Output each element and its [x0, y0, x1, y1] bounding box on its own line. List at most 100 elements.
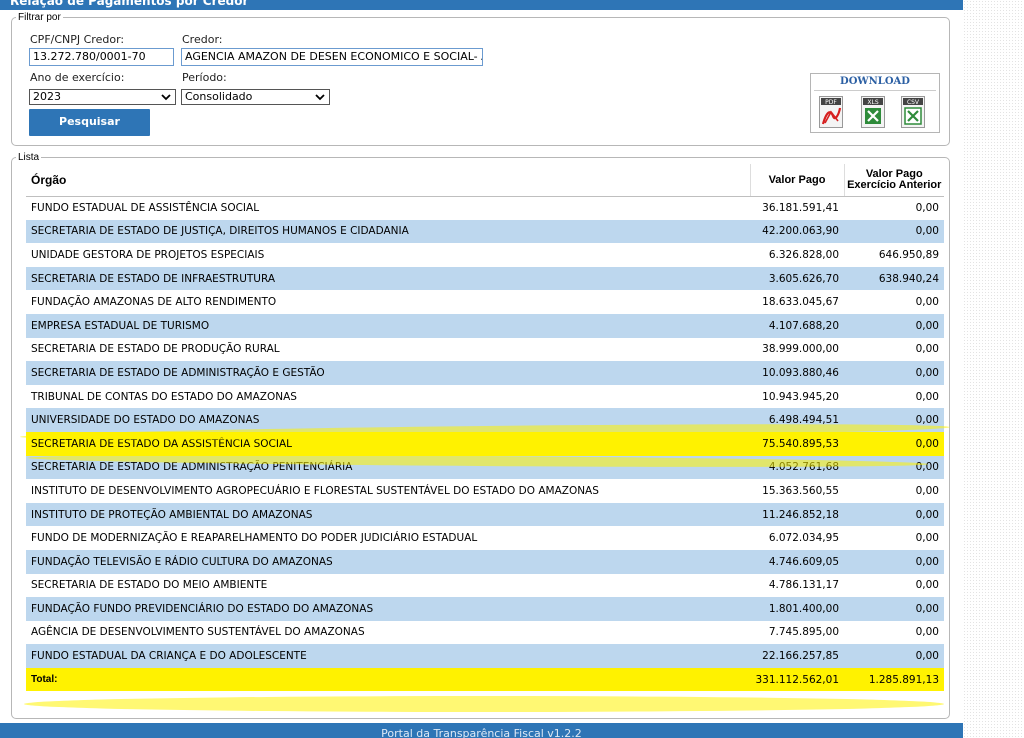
cell-orgao: UNIDADE GESTORA DE PROJETOS ESPECIAIS — [26, 243, 750, 267]
cell-orgao: INSTITUTO DE DESENVOLVIMENTO AGROPECUÁRI… — [26, 479, 750, 503]
total-valor-anterior: 1.285.891,13 — [844, 667, 944, 692]
ano-select[interactable]: 2023 — [29, 89, 176, 105]
cell-valor-anterior: 0,00 — [844, 597, 944, 621]
highlight-stroke-total — [24, 696, 944, 712]
cell-valor-pago: 42.200.063,90 — [750, 219, 844, 244]
csv-download-icon[interactable]: CSV — [901, 96, 925, 128]
table-row: SECRETARIA DE ESTADO DE INFRAESTRUTURA 3.… — [26, 266, 944, 291]
filter-legend: Filtrar por — [18, 12, 61, 23]
table-row: SECRETARIA DE ESTADO DE ADMINISTRAÇÃO E … — [26, 361, 944, 385]
periodo-label: Período: — [182, 71, 227, 84]
credor-input[interactable]: AGENCIA AMAZON DE DESEN ECONOMICO E SOCI… — [181, 48, 483, 66]
svg-text:CSV: CSV — [907, 99, 920, 106]
table-row: INSTITUTO DE PROTEÇÃO AMBIENTAL DO AMAZO… — [26, 502, 944, 527]
ano-label: Ano de exercício: — [30, 71, 125, 84]
total-row: Total: 331.112.562,01 1.285.891,13 — [26, 667, 944, 692]
search-button[interactable]: Pesquisar — [29, 109, 150, 136]
periodo-select-value: Consolidado — [185, 90, 253, 103]
table-row: FUNDO ESTADUAL DA CRIANÇA E DO ADOLESCEN… — [26, 644, 944, 668]
cell-valor-pago: 10.093.880,46 — [750, 361, 844, 385]
table-header-row: Órgão Valor Pago Valor Pago Exercício An… — [26, 164, 944, 197]
total-valor-pago: 331.112.562,01 — [750, 667, 844, 692]
table-row: FUNDAÇÃO FUNDO PREVIDENCIÁRIO DO ESTADO … — [26, 597, 944, 621]
table-row: FUNDO DE MODERNIZAÇÃO E REAPARELHAMENTO … — [26, 526, 944, 550]
cell-valor-pago: 75.540.895,53 — [750, 431, 844, 456]
cell-valor-anterior: 0,00 — [844, 196, 944, 220]
cell-valor-anterior: 0,00 — [844, 313, 944, 338]
cell-valor-anterior: 0,00 — [844, 644, 944, 668]
cell-valor-pago: 38.999.000,00 — [750, 337, 844, 362]
page-title: Relação de Pagamentos por Credor — [0, 0, 963, 10]
cell-orgao: SECRETARIA DE ESTADO DO MEIO AMBIENTE — [26, 573, 750, 598]
cell-orgao: SECRETARIA DE ESTADO DE ADMINISTRAÇÃO E … — [26, 361, 750, 385]
table-row: UNIDADE GESTORA DE PROJETOS ESPECIAIS 6.3… — [26, 243, 944, 267]
cell-valor-pago: 10.943.945,20 — [750, 384, 844, 409]
cell-valor-pago: 6.326.828,00 — [750, 243, 844, 267]
cpf-input[interactable]: 13.272.780/0001-70 — [29, 48, 174, 66]
cell-orgao: FUNDO DE MODERNIZAÇÃO E REAPARELHAMENTO … — [26, 526, 750, 550]
chevron-down-icon — [161, 94, 171, 101]
cell-orgao: EMPRESA ESTADUAL DE TURISMO — [26, 313, 750, 338]
table-row: INSTITUTO DE DESENVOLVIMENTO AGROPECUÁRI… — [26, 479, 944, 503]
credor-label: Credor: — [182, 33, 223, 46]
cell-valor-pago: 1.801.400,00 — [750, 597, 844, 621]
table-row: SECRETARIA DE ESTADO DO MEIO AMBIENTE 4.7… — [26, 573, 944, 598]
pdf-download-icon[interactable]: PDF — [819, 96, 843, 128]
cell-valor-anterior: 646.950,89 — [844, 243, 944, 267]
cell-valor-anterior: 0,00 — [844, 361, 944, 385]
cell-orgao: FUNDAÇÃO FUNDO PREVIDENCIÁRIO DO ESTADO … — [26, 597, 750, 621]
cell-orgao: FUNDAÇÃO TELEVISÃO E RÁDIO CULTURA DO AM… — [26, 549, 750, 574]
cell-valor-pago: 4.746.609,05 — [750, 549, 844, 574]
cell-valor-pago: 4.107.688,20 — [750, 313, 844, 338]
cell-orgao: AGÊNCIA DE DESENVOLVIMENTO SUSTENTÁVEL D… — [26, 620, 750, 645]
chevron-down-icon — [315, 94, 325, 101]
cell-valor-anterior: 0,00 — [844, 455, 944, 480]
table-row: AGÊNCIA DE DESENVOLVIMENTO SUSTENTÁVEL D… — [26, 620, 944, 645]
cell-orgao: FUNDAÇÃO AMAZONAS DE ALTO RENDIMENTO — [26, 290, 750, 314]
cell-valor-anterior: 638.940,24 — [844, 266, 944, 291]
table-row: SECRETARIA DE ESTADO DE PRODUÇÃO RURAL 38… — [26, 337, 944, 362]
cell-valor-pago: 7.745.895,00 — [750, 620, 844, 645]
cell-valor-anterior: 0,00 — [844, 337, 944, 362]
column-header-valor-pago[interactable]: Valor Pago — [749, 164, 844, 197]
column-header-orgao[interactable]: Órgão — [26, 164, 750, 197]
main-panel: Relação de Pagamentos por Credor Filtrar… — [0, 0, 963, 738]
cell-orgao: FUNDO ESTADUAL DA CRIANÇA E DO ADOLESCEN… — [26, 644, 750, 668]
column-header-valor-pago-anterior[interactable]: Valor Pago Exercício Anterior — [843, 164, 944, 197]
cell-valor-pago: 4.786.131,17 — [750, 573, 844, 598]
svg-text:PDF: PDF — [825, 99, 837, 106]
table-row: TRIBUNAL DE CONTAS DO ESTADO DO AMAZONAS… — [26, 384, 944, 409]
cell-orgao: SECRETARIA DE ESTADO DE PRODUÇÃO RURAL — [26, 337, 750, 362]
total-label: Total: — [26, 667, 750, 692]
cell-valor-anterior: 0,00 — [844, 384, 944, 409]
cell-valor-anterior: 0,00 — [844, 290, 944, 314]
cell-valor-anterior: 0,00 — [844, 219, 944, 244]
table-row: EMPRESA ESTADUAL DE TURISMO 4.107.688,20 0… — [26, 313, 944, 338]
cpf-label: CPF/CNPJ Credor: — [30, 33, 125, 46]
download-title: DOWNLOAD — [814, 74, 936, 91]
cell-orgao: SECRETARIA DE ESTADO DE JUSTIÇA, DIREITO… — [26, 219, 750, 244]
table-row: SECRETARIA DE ESTADO DE JUSTIÇA, DIREITO… — [26, 219, 944, 244]
ano-select-value: 2023 — [33, 90, 61, 103]
cell-valor-pago: 15.363.560,55 — [750, 479, 844, 503]
table-row: FUNDO ESTADUAL DE ASSISTÊNCIA SOCIAL 36.1… — [26, 196, 944, 220]
periodo-select[interactable]: Consolidado — [181, 89, 330, 105]
svg-text:XLS: XLS — [867, 99, 878, 106]
download-box: DOWNLOAD PDF XLS CSV — [810, 73, 940, 133]
column-header-anterior-line2: Exercício Anterior — [847, 178, 942, 191]
table-row: FUNDAÇÃO TELEVISÃO E RÁDIO CULTURA DO AM… — [26, 549, 944, 574]
cell-valor-anterior: 0,00 — [844, 431, 944, 456]
footer: Portal da Transparência Fiscal v1.2.2 — [0, 723, 963, 738]
cell-valor-anterior: 0,00 — [844, 479, 944, 503]
cell-valor-pago: 18.633.045,67 — [750, 290, 844, 314]
cell-orgao: TRIBUNAL DE CONTAS DO ESTADO DO AMAZONAS — [26, 384, 750, 409]
cell-orgao: FUNDO ESTADUAL DE ASSISTÊNCIA SOCIAL — [26, 196, 750, 220]
table-row: FUNDAÇÃO AMAZONAS DE ALTO RENDIMENTO 18.6… — [26, 290, 944, 314]
cell-valor-pago: 11.246.852,18 — [750, 502, 844, 527]
xls-download-icon[interactable]: XLS — [861, 96, 885, 128]
cell-valor-anterior: 0,00 — [844, 526, 944, 550]
cell-valor-anterior: 0,00 — [844, 549, 944, 574]
cell-valor-anterior: 0,00 — [844, 502, 944, 527]
cell-valor-pago: 22.166.257,85 — [750, 644, 844, 668]
cell-valor-anterior: 0,00 — [844, 573, 944, 598]
